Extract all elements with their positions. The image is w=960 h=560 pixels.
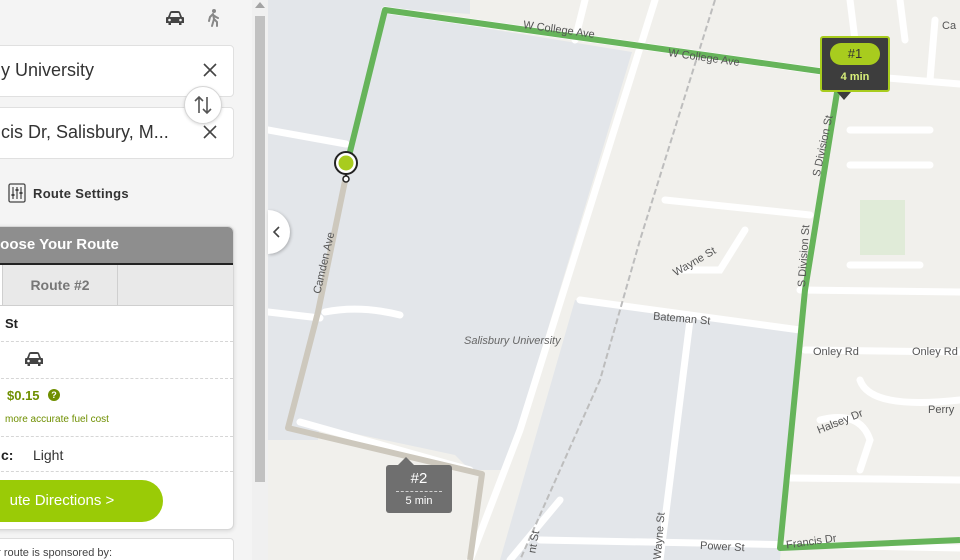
route-1-time: 4 min: [840, 71, 870, 83]
fuel-cost-value: $0.15: [7, 388, 40, 403]
route-2-badge[interactable]: #2 5 min: [386, 465, 452, 513]
route-settings-label: Route Settings: [33, 186, 129, 201]
street-label-onley-rd: Onley Rd: [912, 346, 958, 358]
route-tabs: Route #2: [0, 265, 233, 306]
route-1-badge[interactable]: #1 4 min: [820, 36, 890, 92]
route-2-number: #2: [410, 470, 428, 487]
clear-destination-icon[interactable]: [201, 123, 219, 141]
route-card-title: hoose Your Route: [0, 236, 119, 253]
traffic-row: c: Light: [0, 436, 233, 472]
car-icon: [23, 350, 45, 368]
route-2-badge-pointer: [398, 457, 414, 465]
sliders-icon: [8, 183, 26, 203]
traffic-value: Light: [33, 447, 64, 463]
traffic-label: c:: [1, 447, 14, 463]
sponsor-box: ur route is sponsored by:: [0, 538, 234, 560]
street-label-onley-rd: Onley Rd: [813, 346, 859, 358]
route-directions-label: ute Directions >: [9, 492, 115, 509]
place-label-salisbury-university: Salisbury University: [464, 335, 561, 347]
origin-value[interactable]: y University: [1, 60, 183, 81]
scroll-up-arrow-icon[interactable]: [255, 2, 265, 8]
route-card-header: hoose Your Route: [0, 227, 233, 265]
route-settings-button[interactable]: Route Settings: [8, 183, 129, 205]
route-card: hoose Your Route Route #2 St i $0.15 ?: [0, 226, 234, 530]
chevron-left-icon: [272, 226, 280, 238]
fuel-help-icon[interactable]: ?: [48, 389, 60, 401]
swap-arrows-icon: [194, 95, 212, 115]
route-via-text: St: [5, 316, 18, 331]
route-directions-button[interactable]: ute Directions >: [0, 480, 163, 522]
route-via-row: St: [0, 306, 233, 342]
route-2-time: 5 min: [405, 495, 433, 507]
route-1-number: #1: [830, 43, 880, 65]
street-label-ca: Ca: [942, 20, 957, 32]
destination-value[interactable]: cis Dr, Salisbury, M...: [1, 122, 183, 143]
route-2-badge-divider: [396, 491, 442, 492]
start-location-marker[interactable]: [333, 150, 359, 186]
route-1-badge-pointer: [837, 92, 851, 100]
car-icon[interactable]: [164, 8, 186, 28]
collapse-panel-button[interactable]: [268, 210, 290, 254]
clear-origin-icon[interactable]: [201, 61, 219, 79]
street-label-perry: Perry: [928, 404, 955, 416]
fuel-cost-row: $0.15 ? more accurate fuel cost: [0, 378, 233, 437]
panel-scroll-thumb[interactable]: [255, 16, 265, 482]
travel-mode-bar: [0, 0, 252, 37]
tab-route-2[interactable]: Route #2: [3, 265, 118, 305]
route-distance-row: i: [0, 341, 233, 379]
panel-scrollbar[interactable]: [252, 0, 268, 560]
street-label-power-st: Power St: [699, 539, 745, 555]
map-pin-icon: [334, 151, 358, 183]
side-panel: y University cis Dr, Salisbury, M... Rou…: [0, 0, 252, 560]
sponsor-text: ur route is sponsored by:: [0, 547, 113, 559]
swap-locations-button[interactable]: [184, 86, 222, 124]
tab-route-2-label: Route #2: [30, 277, 90, 293]
walk-icon[interactable]: [202, 8, 224, 28]
fuel-accuracy-link[interactable]: more accurate fuel cost: [5, 414, 109, 425]
